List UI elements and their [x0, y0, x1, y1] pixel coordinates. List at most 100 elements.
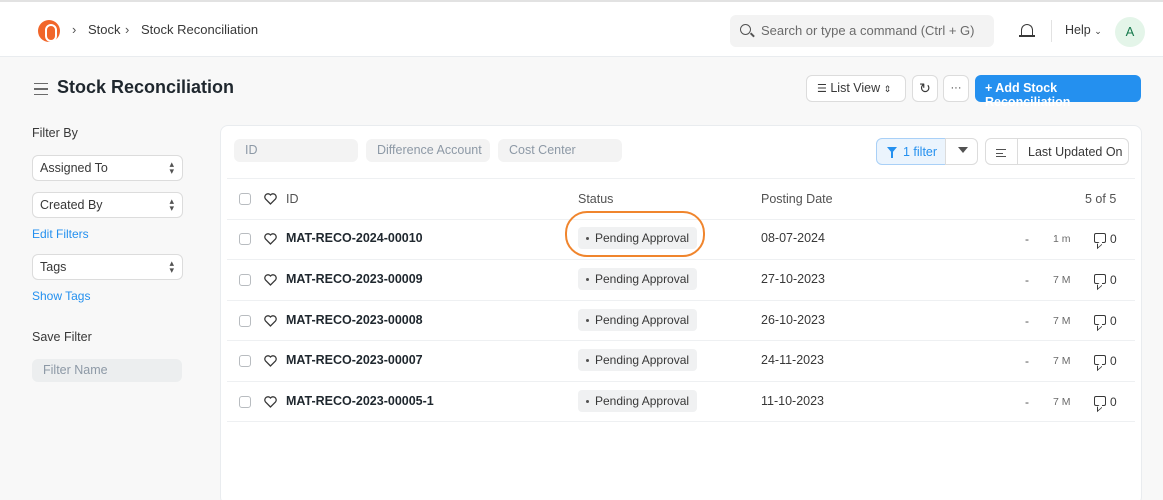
edit-filters-link[interactable]: Edit Filters — [32, 227, 89, 241]
filter-button[interactable]: 1 filter — [876, 138, 946, 165]
sort-field-select[interactable]: Last Updated On — [1017, 138, 1129, 165]
row-checkbox[interactable] — [239, 233, 251, 245]
modified-age: 7 M — [1053, 274, 1071, 286]
comment-count: 0 — [1110, 354, 1117, 368]
difference-account-filter-input[interactable]: Difference Account — [366, 139, 490, 162]
heart-icon[interactable] — [264, 233, 277, 245]
heart-icon[interactable] — [264, 396, 277, 408]
comment-count: 0 — [1110, 314, 1117, 328]
more-options-button[interactable]: ··· — [943, 75, 969, 102]
divider — [227, 300, 1135, 301]
column-header-status: Status — [578, 192, 614, 206]
filter-icon — [887, 147, 897, 158]
sort-order-button[interactable] — [985, 138, 1018, 165]
bell-icon[interactable] — [1019, 24, 1035, 37]
heart-icon[interactable] — [264, 355, 277, 367]
status-badge: Pending Approval — [578, 309, 698, 331]
more-label: ··· — [950, 82, 962, 94]
status-badge: Pending Approval — [578, 390, 698, 412]
breadcrumb-stock-reconciliation[interactable]: Stock Reconciliation — [141, 22, 258, 37]
modified-age: 7 M — [1053, 315, 1071, 327]
modified-age: 7 M — [1053, 355, 1071, 367]
posting-date: 27-10-2023 — [761, 272, 825, 286]
row-dash: - — [1025, 395, 1029, 409]
posting-date: 08-07-2024 — [761, 231, 825, 245]
select-arrows-icon: ▴ ▾ — [169, 258, 174, 275]
cost-center-filter-input[interactable]: Cost Center — [498, 139, 622, 162]
record-count: 5 of 5 — [1085, 192, 1117, 206]
app-logo-icon[interactable] — [38, 20, 60, 42]
divider — [227, 421, 1135, 422]
comment-icon — [1094, 233, 1106, 243]
row-id-link[interactable]: MAT-RECO-2023-00009 — [286, 272, 423, 286]
list-view-label: List View — [830, 81, 881, 95]
divider — [227, 381, 1135, 382]
heart-icon[interactable] — [264, 274, 277, 286]
save-filter-label: Save Filter — [32, 330, 92, 344]
navbar: › Stock › Stock Reconciliation Search or… — [0, 0, 1163, 57]
help-menu[interactable]: Help ⌄ — [1065, 23, 1102, 37]
page-title: Stock Reconciliation — [57, 77, 235, 97]
select-all-checkbox[interactable] — [239, 193, 251, 205]
row-checkbox[interactable] — [239, 396, 251, 408]
refresh-button[interactable]: ↻ — [912, 75, 938, 102]
divider — [227, 259, 1135, 260]
comment-icon — [1094, 355, 1106, 365]
comment-count: 0 — [1110, 273, 1117, 287]
row-id-link[interactable]: MAT-RECO-2023-00007 — [286, 353, 423, 367]
row-checkbox[interactable] — [239, 274, 251, 286]
divider — [227, 340, 1135, 341]
heart-icon[interactable] — [264, 193, 277, 205]
comment-count: 0 — [1110, 232, 1117, 246]
highlight-annotation — [565, 211, 705, 257]
posting-date: 11-10-2023 — [761, 394, 825, 408]
list-view-button[interactable]: ☰ List View ⇕ — [806, 75, 906, 102]
comment-count: 0 — [1110, 395, 1117, 409]
tags-label: Tags — [40, 260, 67, 274]
heart-icon[interactable] — [264, 315, 277, 327]
row-id-link[interactable]: MAT-RECO-2024-00010 — [286, 231, 423, 245]
show-tags-link[interactable]: Show Tags — [32, 289, 90, 303]
list-icon: ☰ — [817, 83, 827, 95]
chevron-right-icon: › — [72, 22, 77, 37]
row-dash: - — [1025, 354, 1029, 368]
clear-filter-icon — [958, 147, 968, 153]
comment-icon — [1094, 274, 1106, 284]
row-id-link[interactable]: MAT-RECO-2023-00005-1 — [286, 394, 434, 408]
column-header-id: ID — [286, 192, 299, 206]
posting-date: 26-10-2023 — [761, 313, 825, 327]
divider — [227, 178, 1135, 179]
select-arrows-icon: ⇕ — [883, 84, 892, 94]
breadcrumb-stock[interactable]: Stock — [88, 22, 121, 37]
chevron-right-icon: › — [125, 22, 130, 37]
filter-name-input[interactable]: Filter Name — [32, 359, 182, 382]
assigned-to-label: Assigned To — [40, 161, 108, 175]
modified-age: 1 m — [1053, 233, 1071, 245]
created-by-select[interactable]: Created By ▴ ▾ — [32, 192, 183, 218]
hamburger-icon[interactable] — [34, 83, 48, 95]
add-stock-reconciliation-button[interactable]: + Add Stock Reconciliation — [975, 75, 1141, 109]
row-dash: - — [1025, 273, 1029, 287]
avatar[interactable]: A — [1115, 17, 1145, 47]
created-by-label: Created By — [40, 198, 103, 212]
assigned-to-select[interactable]: Assigned To ▴ ▾ — [32, 155, 183, 181]
row-dash: - — [1025, 314, 1029, 328]
row-checkbox[interactable] — [239, 355, 251, 367]
divider — [1051, 20, 1052, 42]
chevron-down-icon: ⌄ — [1094, 26, 1102, 36]
tags-select[interactable]: Tags ▴ ▾ — [32, 254, 183, 280]
filter-button-label: 1 filter — [903, 145, 938, 159]
search-placeholder: Search or type a command (Ctrl + G) — [761, 23, 975, 38]
column-header-posting-date: Posting Date — [761, 192, 833, 206]
status-badge: Pending Approval — [578, 268, 698, 290]
id-filter-input[interactable]: ID — [234, 139, 358, 162]
clear-filter-button[interactable] — [945, 138, 978, 165]
posting-date: 24-11-2023 — [761, 353, 825, 367]
select-arrows-icon: ▴ ▾ — [169, 196, 174, 213]
modified-age: 7 M — [1053, 396, 1071, 408]
select-arrows-icon: ▴ ▾ — [169, 159, 174, 176]
search-input[interactable]: Search or type a command (Ctrl + G) — [730, 15, 994, 47]
row-dash: - — [1025, 232, 1029, 246]
row-checkbox[interactable] — [239, 315, 251, 327]
row-id-link[interactable]: MAT-RECO-2023-00008 — [286, 313, 423, 327]
